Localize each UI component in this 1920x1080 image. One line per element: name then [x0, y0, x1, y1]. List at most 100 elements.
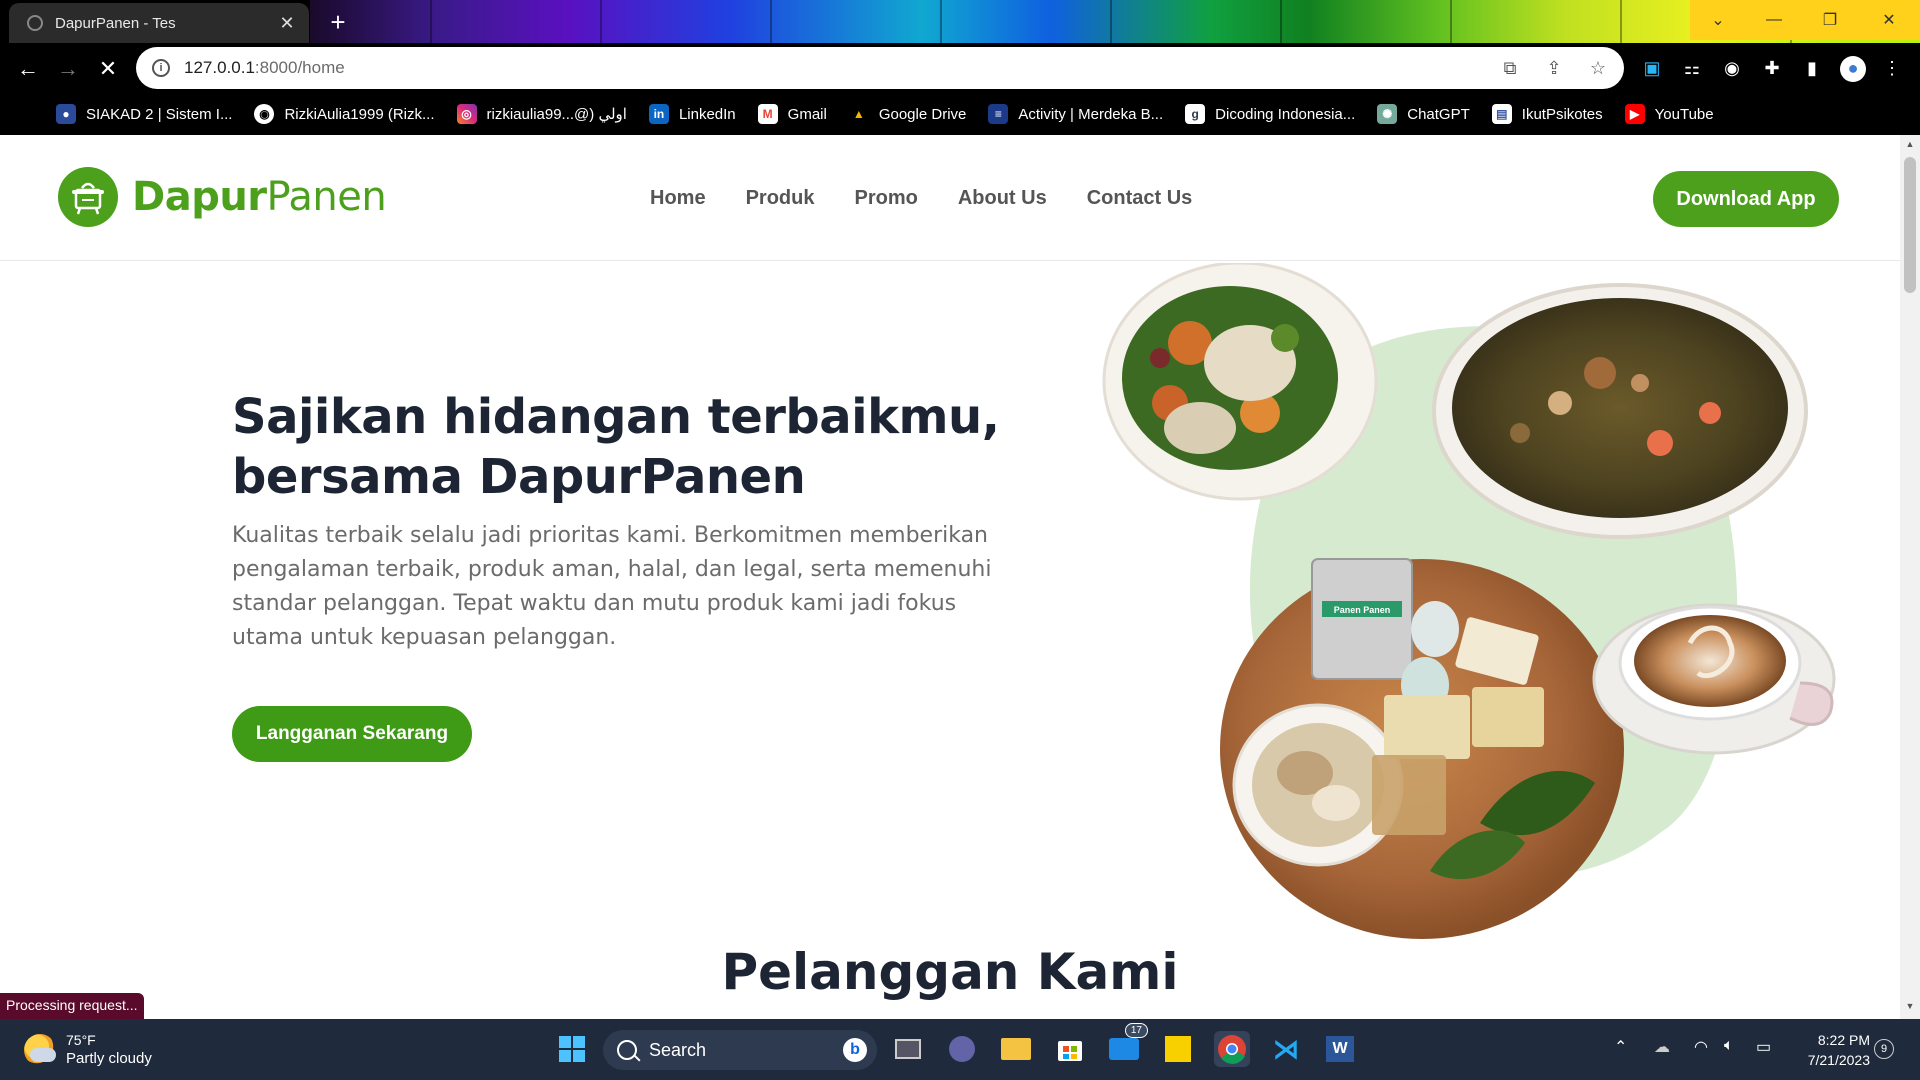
word-icon[interactable]: W — [1322, 1031, 1358, 1067]
profile-avatar[interactable]: ● — [1840, 56, 1866, 82]
close-window-button[interactable]: ✕ — [1858, 0, 1920, 40]
task-view-icon[interactable] — [890, 1031, 926, 1067]
close-tab-icon[interactable]: ✕ — [277, 13, 297, 34]
hero-description: Kualitas terbaik selalu jadi prioritas k… — [232, 523, 992, 650]
bookmark-dicoding[interactable]: g Dicoding Indonesia... — [1185, 104, 1355, 124]
minimize-button[interactable]: — — [1746, 0, 1802, 40]
tab-search-button[interactable]: ⌄ — [1690, 0, 1746, 40]
site-info-icon[interactable]: i — [152, 59, 170, 77]
clock-date: 7/21/2023 — [1807, 1052, 1870, 1068]
battery-icon[interactable]: ▭ — [1756, 1037, 1771, 1057]
system-clock[interactable]: 8:22 PM 7/21/2023 — [1790, 1030, 1870, 1070]
bookmark-linkedin[interactable]: in LinkedIn — [648, 104, 736, 124]
bookmark-gmail[interactable]: M Gmail — [757, 104, 827, 124]
bookmark-youtube[interactable]: ▶ YouTube — [1624, 104, 1714, 124]
show-hidden-icons-chevron-icon[interactable]: ⌃ — [1614, 1037, 1627, 1057]
forward-button[interactable]: → — [54, 55, 82, 83]
bookmark-github[interactable]: ◉ RizkiAulia1999 (Rizk... — [254, 104, 435, 124]
url-path: :8000/home — [254, 58, 345, 77]
bookmark-label: Dicoding Indonesia... — [1215, 105, 1356, 123]
ikutpsikotes-icon: ▤ — [1491, 104, 1512, 124]
notification-count[interactable]: 9 — [1874, 1039, 1894, 1059]
browser-toolbar: ← → ✕ i 127.0.0.1:8000/home ⧉ ⇪ ☆ ▣ ⚏ ◉ … — [0, 43, 1920, 93]
file-explorer-icon[interactable] — [998, 1031, 1034, 1067]
nav-produk[interactable]: Produk — [746, 187, 815, 210]
bookmarks-bar: ● SIAKAD 2 | Sistem I... ◉ RizkiAulia1999 … — [0, 93, 1920, 135]
youtube-icon: ▶ — [1624, 104, 1645, 124]
cooking-pot-icon — [58, 167, 118, 227]
bing-icon[interactable]: b — [843, 1038, 867, 1062]
wifi-icon[interactable]: ◠ — [1694, 1037, 1708, 1057]
extensions-puzzle-icon[interactable]: ✚ — [1760, 56, 1784, 80]
bookmark-label: Google Drive — [878, 105, 967, 123]
logo-light-text: Panen — [266, 174, 387, 220]
hero-food-illustration: Panen Panen — [1102, 263, 1836, 939]
bookmark-star-icon[interactable]: ☆ — [1586, 56, 1610, 80]
browser-status-bubble: Processing request... — [0, 993, 144, 1019]
bookmark-ikutpsikotes[interactable]: ▤ IkutPsikotes — [1491, 104, 1603, 124]
logo-bold-text: Dapur — [132, 174, 267, 220]
nav-home[interactable]: Home — [650, 187, 706, 210]
weather-condition: Partly cloudy — [66, 1050, 152, 1067]
vscode-icon[interactable]: ⋊ — [1268, 1031, 1304, 1067]
translate-icon[interactable]: ⧉ — [1498, 56, 1522, 80]
bookmark-label: Activity | Merdeka B... — [1018, 105, 1164, 123]
site-logo[interactable]: DapurPanen — [58, 167, 387, 227]
extension-screen-icon[interactable]: ▣ — [1640, 56, 1664, 80]
mail-icon[interactable]: 17 — [1106, 1023, 1148, 1067]
nav-contact-us[interactable]: Contact Us — [1087, 187, 1193, 210]
share-icon[interactable]: ⇪ — [1542, 56, 1566, 80]
menu-kebab-icon[interactable]: ⋮ — [1880, 56, 1904, 80]
restore-button[interactable]: ❐ — [1802, 0, 1858, 40]
chrome-icon[interactable] — [1214, 1031, 1250, 1067]
microsoft-store-icon[interactable] — [1052, 1031, 1088, 1067]
side-panel-icon[interactable]: ▮ — [1800, 56, 1824, 80]
tab-title: DapurPanen - Tes — [55, 14, 176, 32]
teams-chat-icon[interactable] — [944, 1031, 980, 1067]
scroll-up-icon[interactable]: ▲ — [1905, 139, 1915, 149]
browser-tab-bar: DapurPanen - Tes ✕ + ⌄ — ❐ ✕ — [0, 0, 1920, 43]
windows-start-icon[interactable] — [554, 1031, 590, 1067]
site-header: DapurPanen Home Produk Promo About Us Co… — [0, 135, 1900, 261]
scrollbar-thumb[interactable] — [1904, 157, 1916, 293]
bookmark-label: Gmail — [787, 105, 827, 123]
taskbar-search[interactable]: Search b — [603, 1030, 877, 1070]
loading-favicon-icon — [27, 15, 43, 31]
bookmark-siakad[interactable]: ● SIAKAD 2 | Sistem I... — [56, 104, 232, 124]
nav-about-us[interactable]: About Us — [958, 187, 1047, 210]
chatgpt-icon: ✺ — [1377, 104, 1398, 124]
mail-badge: 17 — [1124, 1023, 1148, 1038]
bookmark-instagram[interactable]: ◎ rizkiaulia99...@) اولي — [456, 104, 627, 124]
volume-icon[interactable]: 🔈︎ — [1724, 1037, 1734, 1055]
section-title-customers: Pelanggan Kami — [721, 943, 1179, 1001]
salad-plate — [1102, 263, 1378, 501]
nav-promo[interactable]: Promo — [854, 187, 917, 210]
subscribe-now-button[interactable]: Langganan Sekarang — [232, 706, 472, 762]
search-placeholder: Search — [649, 1039, 707, 1060]
stop-loading-button[interactable]: ✕ — [94, 55, 122, 83]
back-button[interactable]: ← — [14, 55, 42, 83]
weather-widget[interactable]: 75°F Partly cloudy — [24, 1031, 152, 1069]
bookmark-label: YouTube — [1654, 105, 1714, 123]
github-icon: ◉ — [254, 104, 275, 124]
address-bar[interactable]: i 127.0.0.1:8000/home ⧉ ⇪ ☆ — [136, 47, 1624, 89]
search-icon — [617, 1040, 637, 1060]
browser-tab[interactable]: DapurPanen - Tes ✕ — [9, 3, 309, 43]
network-error-icon[interactable]: ☁ — [1654, 1037, 1670, 1057]
sticky-notes-icon[interactable] — [1160, 1031, 1196, 1067]
gmail-icon: M — [757, 104, 778, 124]
page-scrollbar[interactable]: ▲ ▼ — [1900, 135, 1920, 1019]
bookmark-google-drive[interactable]: ▲ Google Drive — [849, 104, 967, 124]
camera-icon[interactable]: ◉ — [1720, 56, 1744, 80]
scroll-down-icon[interactable]: ▼ — [1905, 1001, 1915, 1011]
bookmark-chatgpt[interactable]: ✺ ChatGPT — [1377, 104, 1470, 124]
bookmark-label: IkutPsikotes — [1521, 105, 1603, 123]
wooden-board: Panen Panen — [1220, 558, 1624, 939]
extension-translate-icon[interactable]: ⚏ — [1680, 56, 1704, 80]
new-tab-button[interactable]: + — [324, 7, 352, 38]
package-label: Panen Panen — [1334, 605, 1391, 615]
bookmark-merdeka[interactable]: ≡ Activity | Merdeka B... — [988, 104, 1163, 124]
download-app-button[interactable]: Download App — [1653, 171, 1839, 227]
bookmark-label: ChatGPT — [1407, 105, 1470, 123]
dicoding-icon: g — [1185, 104, 1206, 124]
